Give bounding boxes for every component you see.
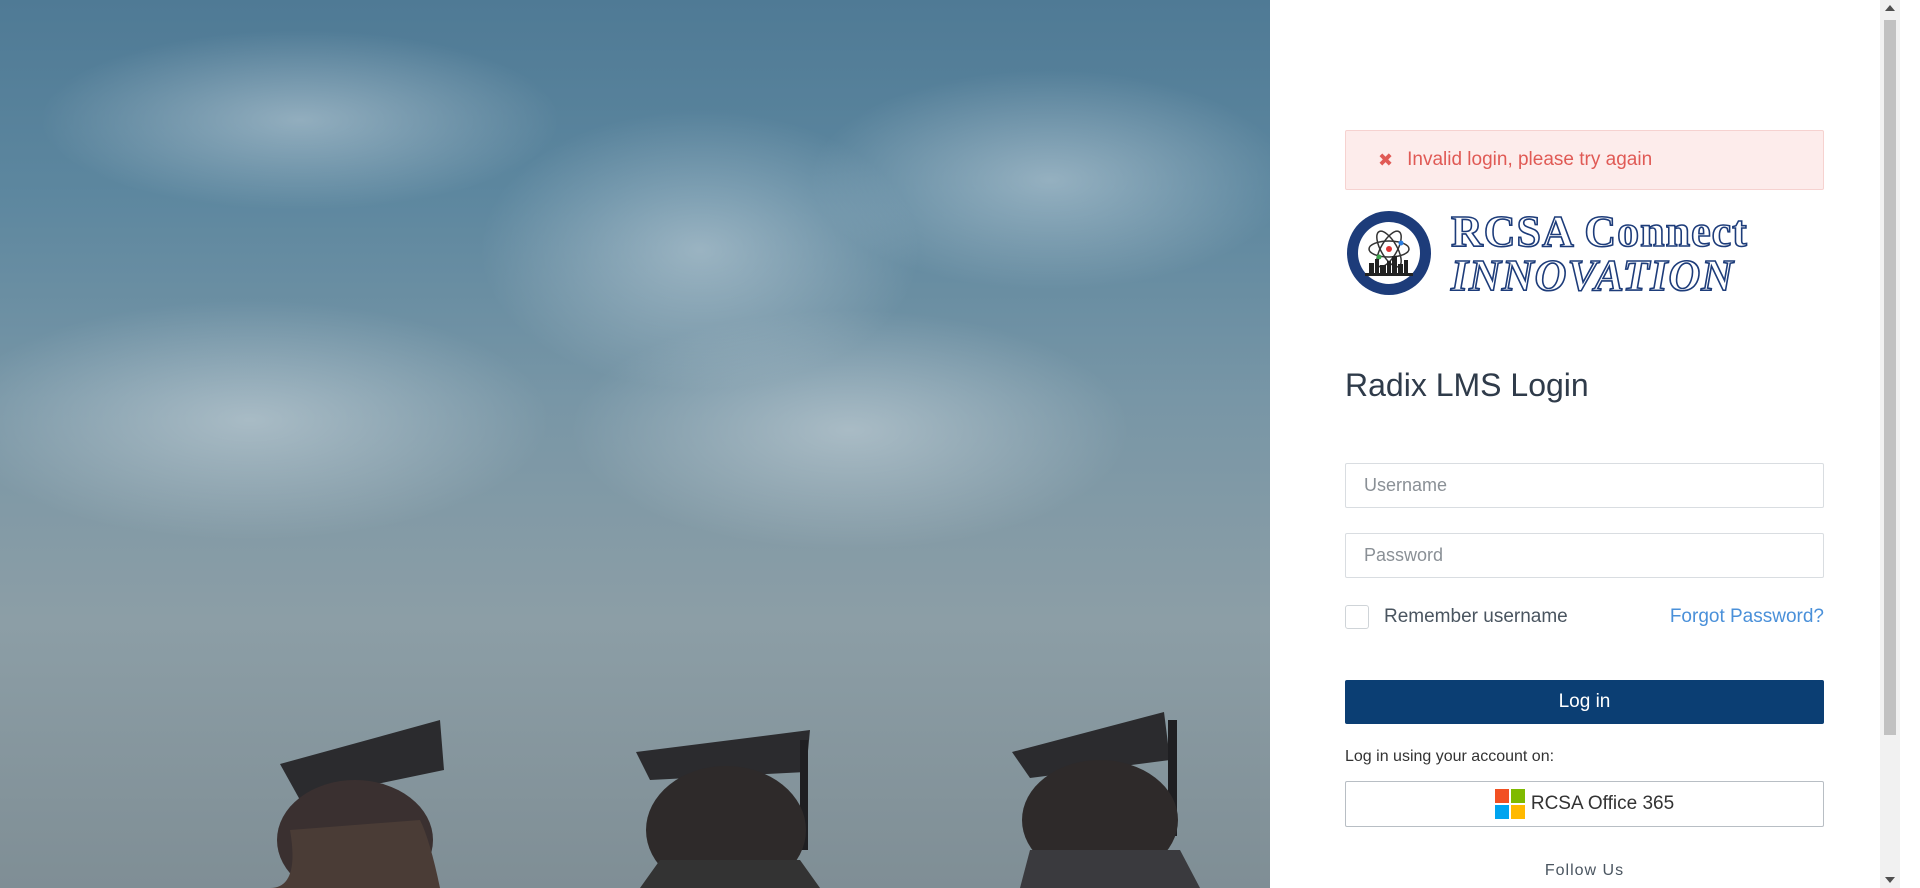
graduates-illustration	[0, 30, 1270, 888]
page-title: Radix LMS Login	[1345, 367, 1589, 403]
hero-image	[0, 0, 1270, 888]
office365-label: RCSA Office 365	[1530, 793, 1675, 814]
remember-checkbox[interactable]	[1345, 605, 1369, 629]
scrollbar[interactable]	[1880, 0, 1900, 888]
office365-login-button[interactable]: RCSA Office 365	[1345, 781, 1824, 827]
login-panel: ✖ Invalid login, please try again RCSA C…	[1270, 0, 1900, 888]
school-seal-icon	[1347, 211, 1431, 295]
close-icon: ✖	[1378, 149, 1394, 170]
brand-logo: RCSA Connect INNOVATION	[1345, 206, 1824, 301]
microsoft-logo-icon	[1494, 789, 1525, 819]
scroll-down-icon[interactable]	[1885, 877, 1895, 883]
forgot-password-link[interactable]: Forgot Password?	[1670, 606, 1824, 628]
scroll-thumb[interactable]	[1884, 20, 1896, 735]
remember-label: Remember username	[1384, 606, 1568, 627]
alt-login-label: Log in using your account on:	[1345, 748, 1555, 765]
error-message: Invalid login, please try again	[1407, 149, 1653, 170]
username-input[interactable]	[1345, 463, 1824, 508]
error-alert: ✖ Invalid login, please try again	[1345, 130, 1824, 190]
brand-subtitle: INNOVATION	[1450, 250, 1735, 301]
scroll-up-icon[interactable]	[1885, 5, 1895, 11]
login-button[interactable]: Log in	[1345, 680, 1824, 724]
remember-username[interactable]: Remember username	[1345, 605, 1568, 629]
password-input[interactable]	[1345, 533, 1824, 578]
follow-us-label: Follow Us	[1544, 862, 1625, 879]
